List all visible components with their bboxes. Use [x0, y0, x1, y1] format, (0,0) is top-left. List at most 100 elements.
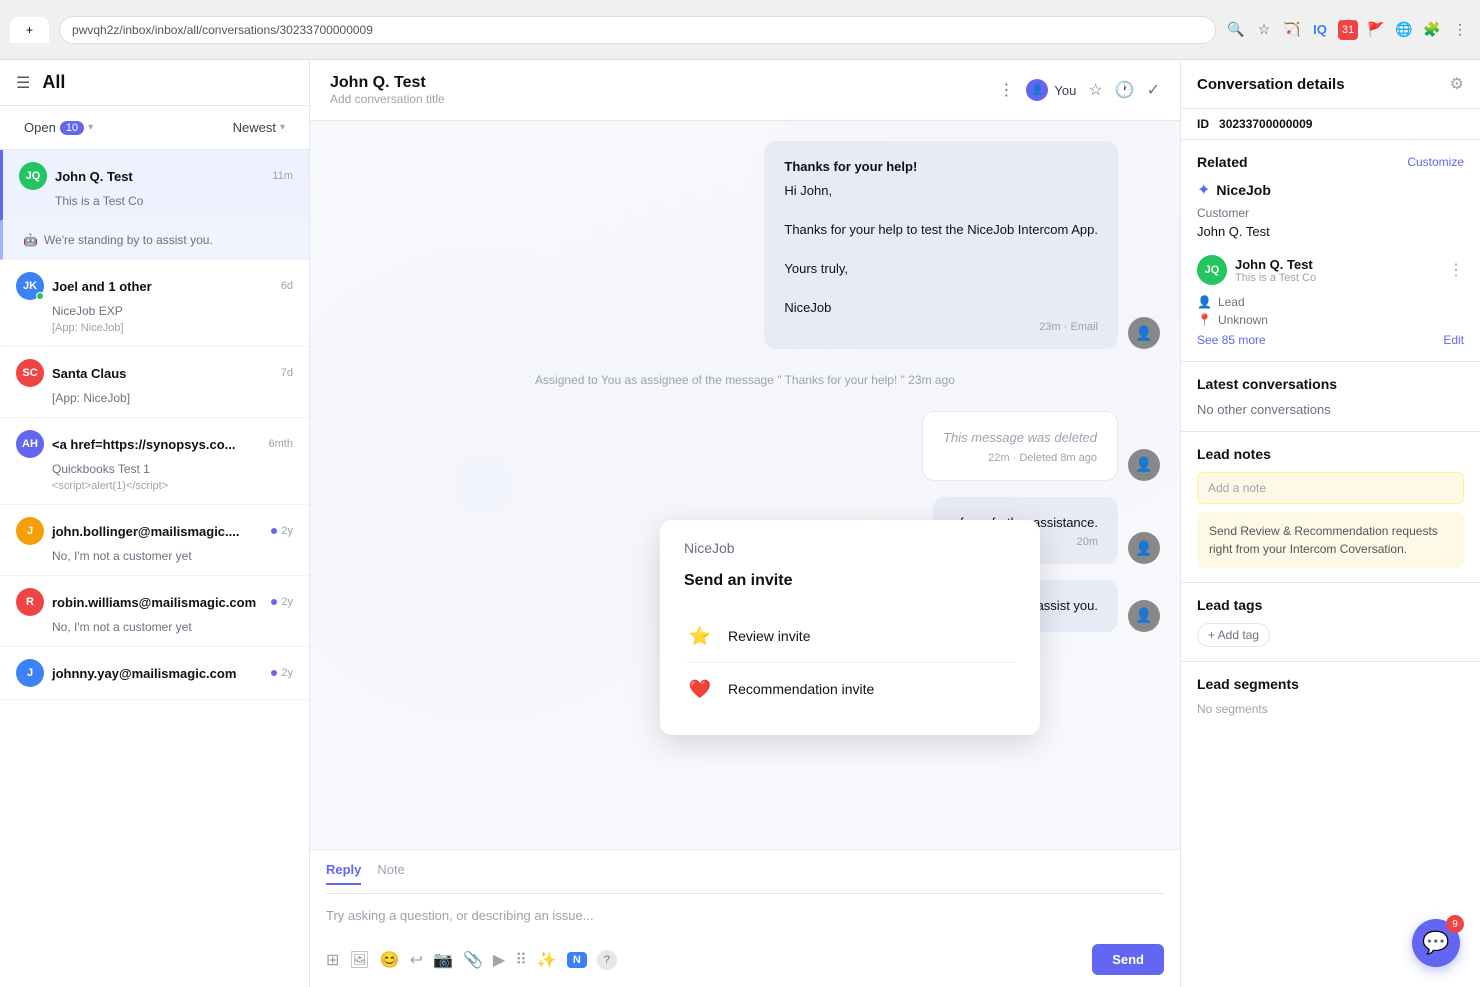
address-bar[interactable]: pwvqh2z/inbox/inbox/all/conversations/30…	[59, 16, 1216, 44]
contact-name: robin.williams@mailismagic.com	[52, 595, 263, 610]
nicejob-sparkle-icon[interactable]: ✨	[537, 950, 557, 970]
tab-reply[interactable]: Reply	[326, 862, 361, 885]
lead-segments-header: Lead segments	[1197, 676, 1464, 692]
age-dot	[271, 670, 277, 676]
attachment-icon[interactable]: 📎	[463, 950, 483, 970]
reply-toolbar: ⊞ 🖼 😊 ↩ 📷 📎 ▶ ⠿ ✨ N ? Send	[326, 944, 1164, 975]
list-item[interactable]: J johnny.yay@mailismagic.com 2y	[0, 647, 309, 700]
send-button[interactable]: Send	[1092, 944, 1164, 975]
nicejob-star-icon: ✦	[1197, 180, 1210, 200]
video-icon[interactable]: ▶	[493, 950, 505, 970]
related-title: Related	[1197, 154, 1248, 170]
review-invite-item[interactable]: ⭐ Review invite	[684, 610, 1016, 663]
lead-segments-title: Lead segments	[1197, 676, 1299, 692]
note-input[interactable]: Add a note	[1197, 472, 1464, 504]
sender-avatar: 👤	[1128, 317, 1160, 349]
location-icon: 📍	[1197, 313, 1212, 327]
lead-notes-section: Lead notes Add a note Send Review & Reco…	[1181, 432, 1480, 583]
lead-label: Lead	[1218, 295, 1245, 309]
id-value: 30233700000009	[1219, 117, 1312, 131]
customize-button[interactable]: Customize	[1407, 155, 1464, 169]
unknown-tag-row: 📍 Unknown	[1197, 313, 1464, 327]
sort-filter[interactable]: Newest ▾	[225, 116, 293, 139]
iq-icon[interactable]: IQ	[1310, 20, 1330, 40]
list-item[interactable]: SC Santa Claus 7d [App: NiceJob]	[0, 347, 309, 418]
list-item[interactable]: JQ John Q. Test 11m This is a Test Co	[0, 150, 309, 221]
help-icon[interactable]: ?	[597, 950, 617, 970]
chat-bubble-button[interactable]: 💬 9	[1412, 919, 1460, 967]
photo-icon[interactable]: 📷	[433, 950, 453, 970]
assignee-avatar: 👤	[1026, 79, 1048, 101]
no-conversations-label: No other conversations	[1197, 402, 1464, 417]
more-options-icon[interactable]: ⋮	[998, 80, 1014, 100]
message-item: Thanks for your help! Hi John, Thanks fo…	[330, 141, 1160, 349]
system-message: Assigned to You as assignee of the messa…	[330, 365, 1160, 395]
sender-avatar: 👤	[1128, 532, 1160, 564]
conv-preview: This is a Test Co	[19, 194, 293, 208]
avatar: JK	[16, 272, 44, 300]
reply-tabs: Reply Note	[326, 862, 1164, 894]
emoji-icon[interactable]: 😊	[380, 950, 400, 970]
conversation-list: JQ John Q. Test 11m This is a Test Co 🤖 …	[0, 150, 309, 987]
conv-sub: <script>alert(1)</script>	[16, 480, 293, 492]
conv-preview: Quickbooks Test 1	[16, 462, 293, 476]
message-text: Thanks for your help! Hi John, Thanks fo…	[784, 157, 1098, 317]
deleted-message-text: This message was deleted	[943, 428, 1097, 448]
lead-notes-header: Lead notes	[1197, 446, 1464, 462]
latest-conv-header: Latest conversations	[1197, 376, 1464, 392]
avatar: J	[16, 517, 44, 545]
calendar-ext-icon[interactable]: 31	[1338, 20, 1358, 40]
assignee-button[interactable]: 👤 You	[1026, 79, 1076, 101]
sort-label: Newest	[233, 120, 276, 135]
reply-input[interactable]: Try asking a question, or describing an …	[326, 904, 1164, 934]
bookmark-icon[interactable]: ☆	[1254, 20, 1274, 40]
conv-time: 11m	[272, 170, 293, 182]
tab-note[interactable]: Note	[377, 862, 404, 885]
message-bubble: Thanks for your help! Hi John, Thanks fo…	[764, 141, 1118, 349]
review-icon: ⭐	[684, 620, 716, 652]
table-icon[interactable]: ⊞	[326, 950, 339, 970]
list-item[interactable]: AH <a href=https://synopsys.co... 6mth Q…	[0, 418, 309, 505]
reply-icon[interactable]: ↩	[410, 950, 423, 970]
customer-name: John Q. Test	[1197, 224, 1464, 239]
list-item[interactable]: J john.bollinger@mailismagic.... 2y No, …	[0, 505, 309, 576]
settings-icon[interactable]: ⚙	[1450, 74, 1464, 94]
apps-icon[interactable]: ⠿	[515, 950, 527, 970]
sender-avatar: 👤	[1128, 449, 1160, 481]
star-icon[interactable]: ☆	[1088, 80, 1102, 100]
add-tag-button[interactable]: + Add tag	[1197, 623, 1270, 647]
list-item[interactable]: R robin.williams@mailismagic.com 2y No, …	[0, 576, 309, 647]
bot-icon: 🤖	[23, 233, 38, 247]
edit-link[interactable]: Edit	[1443, 333, 1464, 347]
popup-title: Send an invite	[684, 572, 1016, 590]
nicejob-badge-icon[interactable]: N	[567, 952, 587, 968]
translate-icon[interactable]: 🌐	[1394, 20, 1414, 40]
menu-icon[interactable]: ☰	[16, 73, 30, 93]
status-filter[interactable]: Open 10 ▾	[16, 116, 101, 139]
flag-icon[interactable]: 🚩	[1366, 20, 1386, 40]
extension-arrow-icon[interactable]: 🏹	[1282, 20, 1302, 40]
conv-time: 2y	[281, 667, 293, 679]
unknown-label: Unknown	[1218, 313, 1268, 327]
recommendation-invite-item[interactable]: ❤️ Recommendation invite	[684, 663, 1016, 715]
search-icon[interactable]: 🔍	[1226, 20, 1246, 40]
puzzle-icon[interactable]: 🧩	[1422, 20, 1442, 40]
list-item[interactable]: 🤖 We're standing by to assist you.	[0, 221, 309, 260]
image-icon[interactable]: 🖼	[349, 950, 369, 970]
resolve-icon[interactable]: ✓	[1147, 80, 1160, 100]
list-item[interactable]: JK Joel and 1 other 6d NiceJob EXP [App:…	[0, 260, 309, 347]
browser-new-tab[interactable]: +	[10, 17, 49, 43]
conv-time: 2y	[281, 525, 293, 537]
contact-name: Santa Claus	[52, 366, 273, 381]
contact-avatar: JQ	[1197, 255, 1227, 285]
add-title-btn[interactable]: Add conversation title	[330, 92, 445, 106]
lead-tags-header: Lead tags	[1197, 597, 1464, 613]
conv-time: 6mth	[269, 438, 293, 450]
more-icon[interactable]: ⋮	[1450, 20, 1470, 40]
snooze-icon[interactable]: 🕐	[1115, 80, 1135, 100]
see-more-link[interactable]: See 85 more	[1197, 333, 1266, 347]
avatar: R	[16, 588, 44, 616]
contact-more-icon[interactable]: ⋮	[1448, 260, 1464, 280]
sidebar-title: All	[42, 72, 65, 93]
sidebar: ☰ All Open 10 ▾ Newest ▾ JQ John Q. Test…	[0, 60, 310, 987]
